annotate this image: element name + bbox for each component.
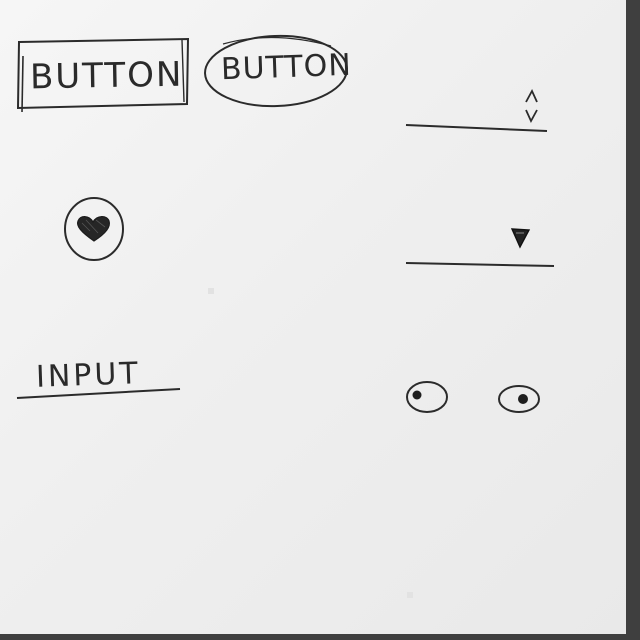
up-down-chevron-icon[interactable] [522, 88, 542, 128]
input-label: INPUT [35, 356, 142, 395]
dropdown-select[interactable] [404, 222, 556, 272]
radio-option-1[interactable] [405, 380, 451, 416]
radio-option-2[interactable] [496, 382, 542, 418]
number-stepper[interactable] [404, 86, 549, 136]
dropdown-underline [405, 262, 555, 267]
rectangular-button[interactable]: BUTTON [16, 37, 190, 114]
paper-mark [208, 288, 214, 294]
heart-icon [64, 197, 124, 261]
triangle-down-icon[interactable] [510, 227, 532, 251]
radio-circle-icon [498, 385, 540, 413]
heart-icon-button[interactable] [63, 195, 127, 261]
rectangular-button-label: BUTTON [29, 54, 184, 98]
paper-mark [407, 592, 413, 598]
oval-button-label: BUTTON [220, 47, 353, 88]
radio-circle-icon [406, 381, 448, 413]
text-input[interactable]: INPUT [14, 354, 184, 404]
paper-sheet: BUTTON BUTTON INPUT [0, 0, 626, 634]
oval-button[interactable]: BUTTON [203, 34, 353, 108]
